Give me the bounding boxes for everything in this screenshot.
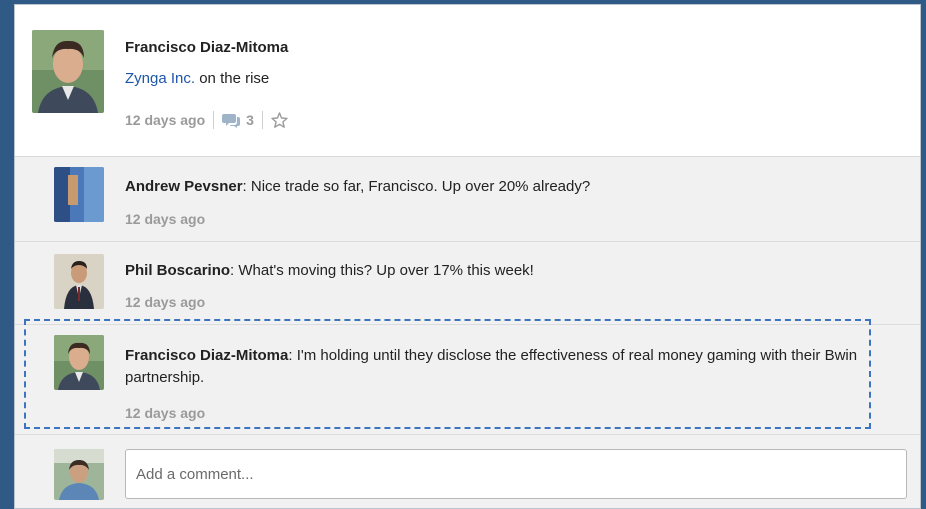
comment-text: Andrew Pevsner: Nice trade so far, Franc… xyxy=(125,176,865,198)
comment-author[interactable]: Andrew Pevsner xyxy=(125,178,243,195)
post-time: 12 days ago xyxy=(125,112,206,128)
comment-count[interactable]: 3 xyxy=(246,112,254,128)
comment-input[interactable] xyxy=(125,449,907,499)
avatar-photo xyxy=(54,449,104,500)
post-body-text: on the rise xyxy=(195,70,270,87)
list-item: Francisco Diaz-Mitoma: I'm holding until… xyxy=(15,325,920,435)
comment-body: : What's moving this? Up over 17% this w… xyxy=(230,262,534,279)
avatar-photo xyxy=(54,254,104,309)
avatar[interactable] xyxy=(32,30,104,113)
activity-card: Francisco Diaz-Mitoma Zynga Inc. on the … xyxy=(14,4,921,509)
avatar[interactable] xyxy=(54,167,104,222)
avatar-photo xyxy=(54,167,104,222)
avatar-photo xyxy=(54,335,104,390)
comment-time: 12 days ago xyxy=(125,405,206,421)
avatar xyxy=(54,449,104,500)
comment-time: 12 days ago xyxy=(125,211,206,227)
post-body: Zynga Inc. on the rise xyxy=(125,70,269,87)
list-item: Phil Boscarino: What's moving this? Up o… xyxy=(15,242,920,325)
post: Francisco Diaz-Mitoma Zynga Inc. on the … xyxy=(15,5,920,157)
comment-body: : Nice trade so far, Francisco. Up over … xyxy=(242,178,591,195)
meta-divider xyxy=(213,111,215,129)
post-meta: 12 days ago 3 xyxy=(125,111,288,129)
comment-time: 12 days ago xyxy=(125,294,206,310)
avatar[interactable] xyxy=(54,254,104,309)
list-item: Andrew Pevsner: Nice trade so far, Franc… xyxy=(15,157,920,242)
meta-divider xyxy=(261,111,263,129)
comment-bubble-icon[interactable] xyxy=(222,113,241,128)
comment-text: Phil Boscarino: What's moving this? Up o… xyxy=(125,260,865,282)
add-comment-row xyxy=(15,435,920,508)
comment-text: Francisco Diaz-Mitoma: I'm holding until… xyxy=(125,345,865,389)
comment-author[interactable]: Francisco Diaz-Mitoma xyxy=(125,347,288,364)
avatar[interactable] xyxy=(54,335,104,390)
avatar-photo xyxy=(32,30,104,113)
company-link[interactable]: Zynga Inc. xyxy=(125,70,195,87)
star-icon[interactable] xyxy=(271,111,288,129)
post-author[interactable]: Francisco Diaz-Mitoma xyxy=(125,39,288,56)
comment-author[interactable]: Phil Boscarino xyxy=(125,262,230,279)
